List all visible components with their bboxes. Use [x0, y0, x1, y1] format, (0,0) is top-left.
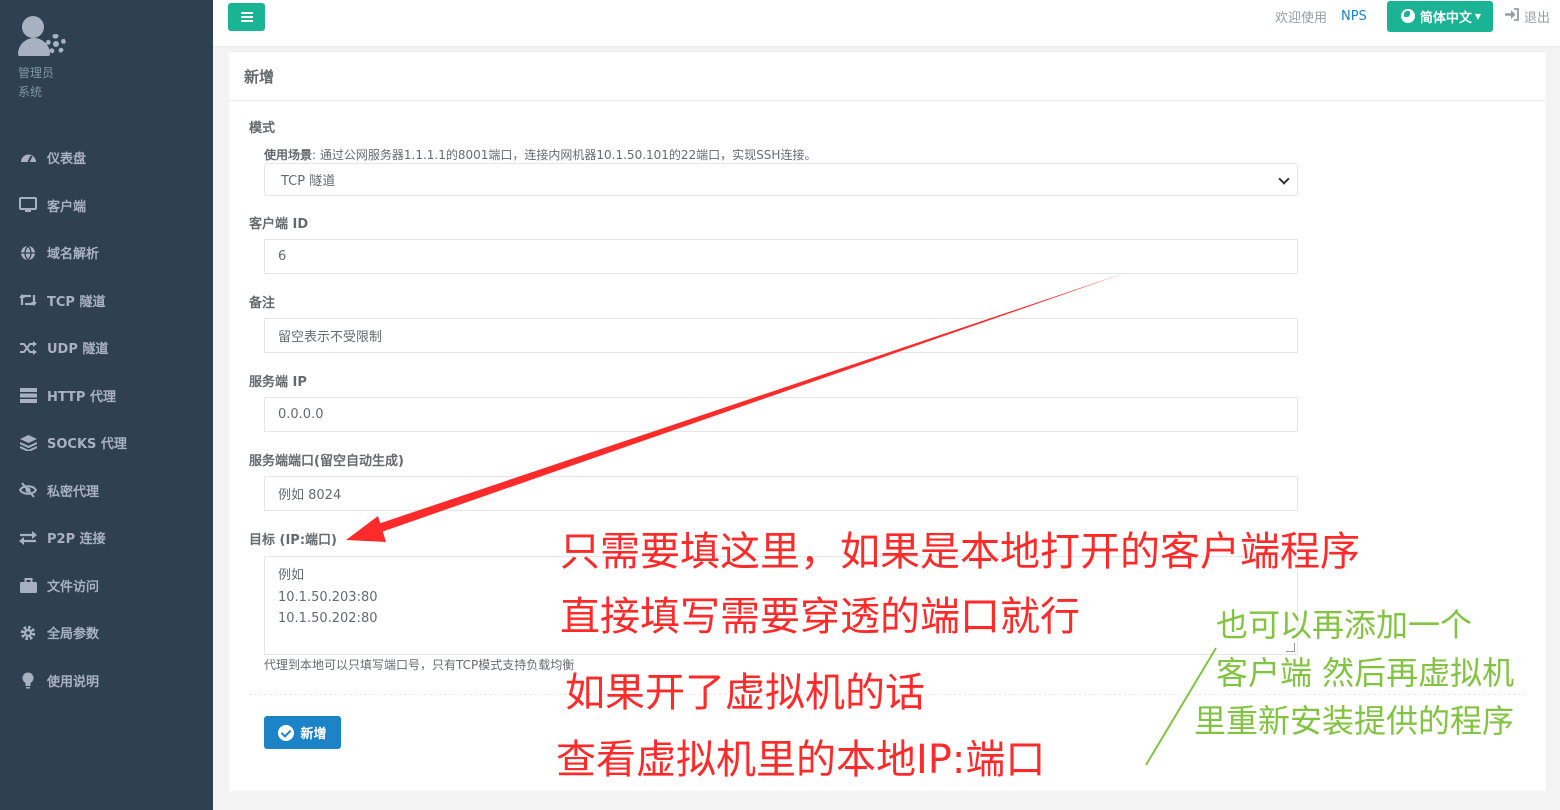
annotation-red-4: 查看虚拟机里的本地IP:端口 — [556, 737, 1046, 783]
sidebar-item-clients[interactable]: 客户端 — [0, 182, 213, 230]
sidebar-item-domain[interactable]: 域名解析 — [0, 229, 213, 277]
annotation-red-1: 只需要填这里，如果是本地打开的客户端程序 — [560, 529, 1360, 575]
target-label: 目标 (IP:端口) — [249, 533, 337, 548]
welcome-text: 欢迎使用 — [1274, 10, 1327, 26]
desktop-icon — [18, 196, 38, 214]
usage-label: 使用场景 — [264, 148, 313, 162]
chevron-down-icon — [1278, 173, 1290, 185]
sidebar-item-label: P2P 连接 — [47, 532, 106, 548]
mode-select[interactable]: TCP 隧道 — [264, 163, 1298, 196]
menu-toggle-button[interactable] — [228, 3, 265, 31]
sidebar-item-label: 仪表盘 — [47, 152, 87, 168]
profile-sub: 系统 — [18, 85, 43, 99]
annotation-red-3: 如果开了虚拟机的话 — [565, 670, 925, 716]
usage-text: : 通过公网服务器1.1.1.1的8001端口，连接内网机器10.1.50.10… — [312, 148, 817, 162]
mode-label: 模式 — [249, 121, 276, 136]
user-gear-icon — [18, 14, 70, 60]
client-id-value: 6 — [278, 249, 287, 264]
panel-title: 新增 — [229, 52, 1546, 101]
sidebar-item-secret[interactable]: 私密代理 — [0, 467, 213, 515]
sidebar-item-label: SOCKS 代理 — [47, 437, 127, 453]
sidebar-item-label: 私密代理 — [47, 484, 100, 500]
sidebar-item-label: 文件访问 — [47, 579, 100, 595]
server-port-placeholder: 例如 8024 — [278, 488, 342, 503]
sidebar-item-global[interactable]: 全局参数 — [0, 609, 213, 657]
annotation-green-3: 里重新安装提供的程序 — [1194, 702, 1515, 740]
sidebar-item-label: HTTP 代理 — [47, 389, 116, 405]
language-label: 简体中文 — [1419, 10, 1472, 26]
resize-handle[interactable] — [1286, 643, 1295, 652]
random-icon — [18, 339, 38, 357]
globe-icon — [1400, 9, 1415, 23]
retweet-icon — [18, 291, 38, 309]
lightbulb-icon — [18, 671, 38, 689]
exchange-icon — [18, 529, 38, 547]
sidebar-item-label: 域名解析 — [47, 247, 100, 263]
client-id-input[interactable]: 6 — [264, 239, 1298, 274]
dashboard-icon — [18, 149, 38, 167]
cog-icon — [18, 624, 38, 642]
top-navbar: 欢迎使用 NPS 简体中文 ▼ 退出 — [213, 0, 1560, 47]
sidebar-nav: 仪表盘 客户端 域名解析 TCP 隧道 UDP 隧道 HTTP 代理 SOCKS… — [0, 134, 213, 704]
sign-out-icon — [1504, 7, 1519, 25]
sidebar-item-tcp[interactable]: TCP 隧道 — [0, 277, 213, 325]
globe-icon — [18, 244, 38, 262]
remark-input[interactable]: 留空表示不受限制 — [264, 318, 1298, 353]
sidebar-item-dashboard[interactable]: 仪表盘 — [0, 134, 213, 182]
server-port-input[interactable]: 例如 8024 — [264, 476, 1298, 511]
sidebar-item-socks[interactable]: SOCKS 代理 — [0, 419, 213, 467]
submit-label: 新增 — [300, 727, 327, 742]
profile[interactable]: 管理员 系统 — [18, 14, 70, 102]
eye-slash-icon — [18, 481, 38, 499]
annotation-green-1: 也可以再添加一个 — [1216, 606, 1473, 644]
language-dropdown-button[interactable]: 简体中文 ▼ — [1386, 0, 1493, 32]
remark-label: 备注 — [249, 296, 276, 311]
server-icon — [18, 386, 38, 404]
submit-button[interactable]: 新增 — [264, 716, 341, 749]
sidebar-item-label: UDP 隧道 — [47, 342, 109, 358]
server-port-label: 服务端端口(留空自动生成) — [249, 454, 404, 469]
sidebar-item-label: 客户端 — [47, 199, 87, 215]
sidebar: 管理员 系统 仪表盘 客户端 域名解析 TCP 隧道 UDP 隧道 HTTP 代… — [0, 0, 213, 810]
client-id-label: 客户端 ID — [249, 217, 309, 232]
server-ip-label: 服务端 IP — [249, 375, 307, 390]
sidebar-item-udp[interactable]: UDP 隧道 — [0, 324, 213, 372]
sidebar-item-help[interactable]: 使用说明 — [0, 657, 213, 705]
briefcase-icon — [18, 576, 38, 594]
sidebar-item-file[interactable]: 文件访问 — [0, 562, 213, 610]
sidebar-item-label: TCP 隧道 — [47, 294, 106, 310]
check-circle-icon — [278, 724, 295, 741]
layers-icon — [18, 434, 38, 452]
target-help-text: 代理到本地可以只填写端口号，只有TCP模式支持负载均衡 — [264, 658, 575, 672]
annotation-green-2: 客户端 然后再虚拟机 — [1216, 654, 1515, 692]
sidebar-item-http[interactable]: HTTP 代理 — [0, 372, 213, 420]
brand-link[interactable]: NPS — [1341, 9, 1367, 24]
profile-role: 管理员 — [18, 66, 55, 80]
sidebar-item-p2p[interactable]: P2P 连接 — [0, 514, 213, 562]
mode-value: TCP 隧道 — [281, 174, 336, 189]
hamburger-icon — [240, 12, 253, 22]
logout-label: 退出 — [1523, 10, 1550, 26]
server-ip-input[interactable]: 0.0.0.0 — [264, 397, 1298, 432]
top-right-links: 欢迎使用 NPS 简体中文 ▼ 退出 — [1275, 0, 1550, 32]
caret-down-icon: ▼ — [1474, 11, 1481, 21]
sidebar-item-label: 全局参数 — [47, 627, 100, 643]
sidebar-item-label: 使用说明 — [47, 674, 100, 690]
remark-placeholder: 留空表示不受限制 — [278, 330, 383, 345]
server-ip-value: 0.0.0.0 — [278, 407, 324, 422]
logout-link[interactable]: 退出 — [1504, 7, 1550, 26]
annotation-red-2: 直接填写需要穿透的端口就行 — [560, 594, 1080, 640]
usage-hint: 使用场景: 通过公网服务器1.1.1.1的8001端口，连接内网机器10.1.5… — [264, 146, 816, 163]
